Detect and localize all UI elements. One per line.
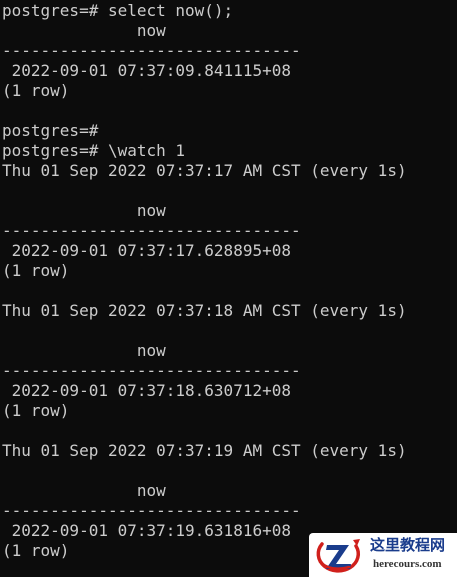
terminal-line: -------------------------------: [2, 361, 301, 380]
terminal-line: Thu 01 Sep 2022 07:37:19 AM CST (every 1…: [2, 441, 407, 460]
z-logo-icon: [316, 539, 360, 573]
terminal-line: postgres=#: [2, 121, 99, 140]
terminal-line: 2022-09-01 07:37:09.841115+08: [2, 61, 291, 80]
watermark-title: 这里教程网: [370, 536, 446, 554]
terminal-line: -------------------------------: [2, 221, 301, 240]
terminal-line: (1 row): [2, 261, 70, 280]
terminal-line: Thu 01 Sep 2022 07:37:18 AM CST (every 1…: [2, 301, 407, 320]
terminal-output[interactable]: postgres=# select now(); now -----------…: [2, 1, 455, 577]
terminal-line: -------------------------------: [2, 501, 301, 520]
terminal-line: postgres=# \watch 1: [2, 141, 186, 160]
terminal-line: Thu 01 Sep 2022 07:37:17 AM CST (every 1…: [2, 161, 407, 180]
terminal-line: -------------------------------: [2, 41, 301, 60]
terminal-line: now: [2, 21, 166, 40]
terminal-line: now: [2, 341, 166, 360]
terminal-line: postgres=# select now();: [2, 1, 234, 20]
terminal-line: (1 row): [2, 401, 70, 420]
site-watermark: 这里教程网 herecours.com: [309, 533, 457, 577]
terminal-line: 2022-09-01 07:37:18.630712+08: [2, 381, 291, 400]
terminal-line: 2022-09-01 07:37:17.628895+08: [2, 241, 291, 260]
terminal-line: (1 row): [2, 81, 70, 100]
watermark-domain: herecours.com: [373, 558, 442, 570]
terminal-line: now: [2, 201, 166, 220]
terminal-line: now: [2, 481, 166, 500]
